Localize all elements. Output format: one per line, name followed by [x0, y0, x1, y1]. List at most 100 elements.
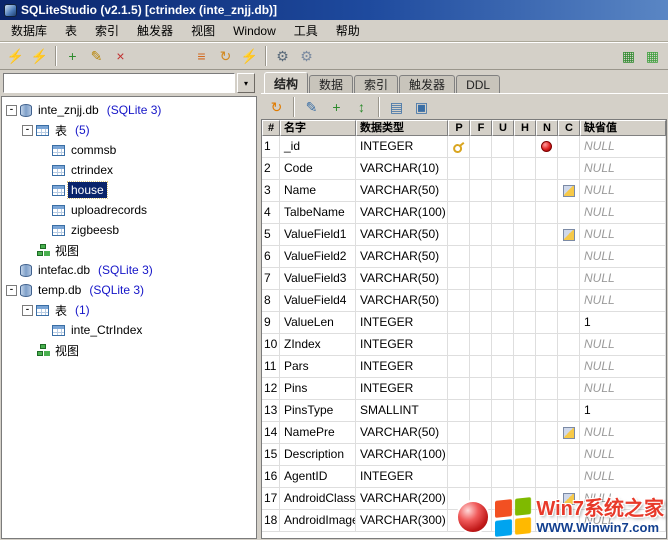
- flag-cell-u[interactable]: [492, 202, 514, 224]
- default-value-cell[interactable]: NULL: [580, 202, 666, 224]
- flag-cell-u[interactable]: [492, 334, 514, 356]
- flag-cell-f[interactable]: [470, 466, 492, 488]
- flag-cell-h[interactable]: [514, 180, 536, 202]
- column-name-cell[interactable]: ValueLen: [280, 312, 356, 334]
- tree-item-视图[interactable]: 视图: [2, 240, 256, 260]
- default-value-cell[interactable]: NULL: [580, 466, 666, 488]
- default-value-cell[interactable]: NULL: [580, 444, 666, 466]
- flag-cell-f[interactable]: [470, 202, 492, 224]
- column-type-cell[interactable]: VARCHAR(200): [356, 488, 448, 510]
- flag-cell-u[interactable]: [492, 356, 514, 378]
- flag-cell-f[interactable]: [470, 378, 492, 400]
- flag-cell-c[interactable]: [558, 400, 580, 422]
- flag-cell-h[interactable]: [514, 422, 536, 444]
- column-type-cell[interactable]: INTEGER: [356, 334, 448, 356]
- column-name-cell[interactable]: ValueField2: [280, 246, 356, 268]
- grid-header-2[interactable]: 数据类型: [356, 120, 448, 136]
- flag-cell-c[interactable]: [558, 136, 580, 158]
- add-column-icon[interactable]: +: [325, 95, 348, 118]
- flag-cell-h[interactable]: [514, 312, 536, 334]
- tree-item-表[interactable]: -表(5): [2, 120, 256, 140]
- flag-cell-n[interactable]: [536, 466, 558, 488]
- import-table-icon[interactable]: ▦: [641, 45, 664, 68]
- plugins-icon[interactable]: ⚙: [295, 45, 318, 68]
- column-type-cell[interactable]: VARCHAR(50): [356, 268, 448, 290]
- flag-cell-n[interactable]: [536, 312, 558, 334]
- connect-database-icon[interactable]: ⚡: [4, 45, 27, 68]
- edit-column-icon[interactable]: ✎: [300, 95, 323, 118]
- collapse-icon[interactable]: -: [6, 285, 17, 296]
- grid-header-4[interactable]: F: [470, 120, 492, 136]
- default-value-cell[interactable]: NULL: [580, 180, 666, 202]
- column-name-cell[interactable]: ZIndex: [280, 334, 356, 356]
- column-type-cell[interactable]: VARCHAR(50): [356, 246, 448, 268]
- copy-structure-icon[interactable]: ▣: [410, 95, 433, 118]
- tree-item-表[interactable]: -表(1): [2, 300, 256, 320]
- default-value-cell[interactable]: NULL: [580, 510, 666, 532]
- flag-cell-n[interactable]: [536, 356, 558, 378]
- default-value-cell[interactable]: NULL: [580, 290, 666, 312]
- default-value-cell[interactable]: 1: [580, 312, 666, 334]
- flag-cell-p[interactable]: [448, 510, 470, 532]
- column-name-cell[interactable]: Pins: [280, 378, 356, 400]
- tree-item-zigbeesb[interactable]: zigbeesb: [2, 220, 256, 240]
- flag-cell-c[interactable]: [558, 510, 580, 532]
- tree-filter-options-button[interactable]: ▾: [237, 73, 255, 93]
- flag-cell-f[interactable]: [470, 488, 492, 510]
- flag-cell-u[interactable]: [492, 312, 514, 334]
- column-name-cell[interactable]: _id: [280, 136, 356, 158]
- flag-cell-f[interactable]: [470, 356, 492, 378]
- flag-cell-h[interactable]: [514, 158, 536, 180]
- flag-cell-h[interactable]: [514, 268, 536, 290]
- flag-cell-n[interactable]: [536, 268, 558, 290]
- tree-item-intefac.db[interactable]: intefac.db(SQLite 3): [2, 260, 256, 280]
- column-type-cell[interactable]: VARCHAR(300): [356, 510, 448, 532]
- flag-cell-c[interactable]: [558, 312, 580, 334]
- flag-cell-c[interactable]: [558, 268, 580, 290]
- menu-item-7[interactable]: 帮助: [327, 20, 369, 41]
- tab-0[interactable]: 结构: [264, 72, 308, 93]
- column-name-cell[interactable]: PinsType: [280, 400, 356, 422]
- flag-cell-c[interactable]: [558, 290, 580, 312]
- app-icon[interactable]: [4, 4, 17, 17]
- flag-cell-u[interactable]: [492, 510, 514, 532]
- flag-cell-n[interactable]: [536, 290, 558, 312]
- column-type-cell[interactable]: VARCHAR(50): [356, 224, 448, 246]
- default-value-cell[interactable]: NULL: [580, 334, 666, 356]
- default-value-cell[interactable]: NULL: [580, 158, 666, 180]
- tree-item-uploadrecords[interactable]: uploadrecords: [2, 200, 256, 220]
- column-type-cell[interactable]: INTEGER: [356, 466, 448, 488]
- column-type-cell[interactable]: SMALLINT: [356, 400, 448, 422]
- column-name-cell[interactable]: Code: [280, 158, 356, 180]
- column-name-cell[interactable]: AgentID: [280, 466, 356, 488]
- column-name-cell[interactable]: ValueField3: [280, 268, 356, 290]
- column-name-cell[interactable]: AndroidImage: [280, 510, 356, 532]
- flag-cell-f[interactable]: [470, 290, 492, 312]
- grid-header-7[interactable]: N: [536, 120, 558, 136]
- flag-cell-p[interactable]: [448, 312, 470, 334]
- flag-cell-f[interactable]: [470, 268, 492, 290]
- column-type-cell[interactable]: VARCHAR(50): [356, 180, 448, 202]
- flag-cell-u[interactable]: [492, 378, 514, 400]
- flag-cell-c[interactable]: [558, 224, 580, 246]
- flag-cell-u[interactable]: [492, 224, 514, 246]
- column-type-cell[interactable]: VARCHAR(50): [356, 422, 448, 444]
- flag-cell-n[interactable]: [536, 334, 558, 356]
- flag-cell-f[interactable]: [470, 180, 492, 202]
- flag-cell-n[interactable]: [536, 378, 558, 400]
- default-value-cell[interactable]: NULL: [580, 378, 666, 400]
- flag-cell-c[interactable]: [558, 444, 580, 466]
- flag-cell-c[interactable]: [558, 422, 580, 444]
- flag-cell-p[interactable]: [448, 268, 470, 290]
- flag-cell-n[interactable]: [536, 224, 558, 246]
- flag-cell-p[interactable]: [448, 356, 470, 378]
- flag-cell-p[interactable]: [448, 290, 470, 312]
- flag-cell-p[interactable]: [448, 400, 470, 422]
- grid-header-9[interactable]: 缺省值: [580, 120, 666, 136]
- flag-cell-f[interactable]: [470, 510, 492, 532]
- default-value-cell[interactable]: 1: [580, 400, 666, 422]
- new-sql-editor-icon[interactable]: ≡: [190, 45, 213, 68]
- print-structure-icon[interactable]: ▤: [385, 95, 408, 118]
- default-value-cell[interactable]: NULL: [580, 356, 666, 378]
- flag-cell-u[interactable]: [492, 400, 514, 422]
